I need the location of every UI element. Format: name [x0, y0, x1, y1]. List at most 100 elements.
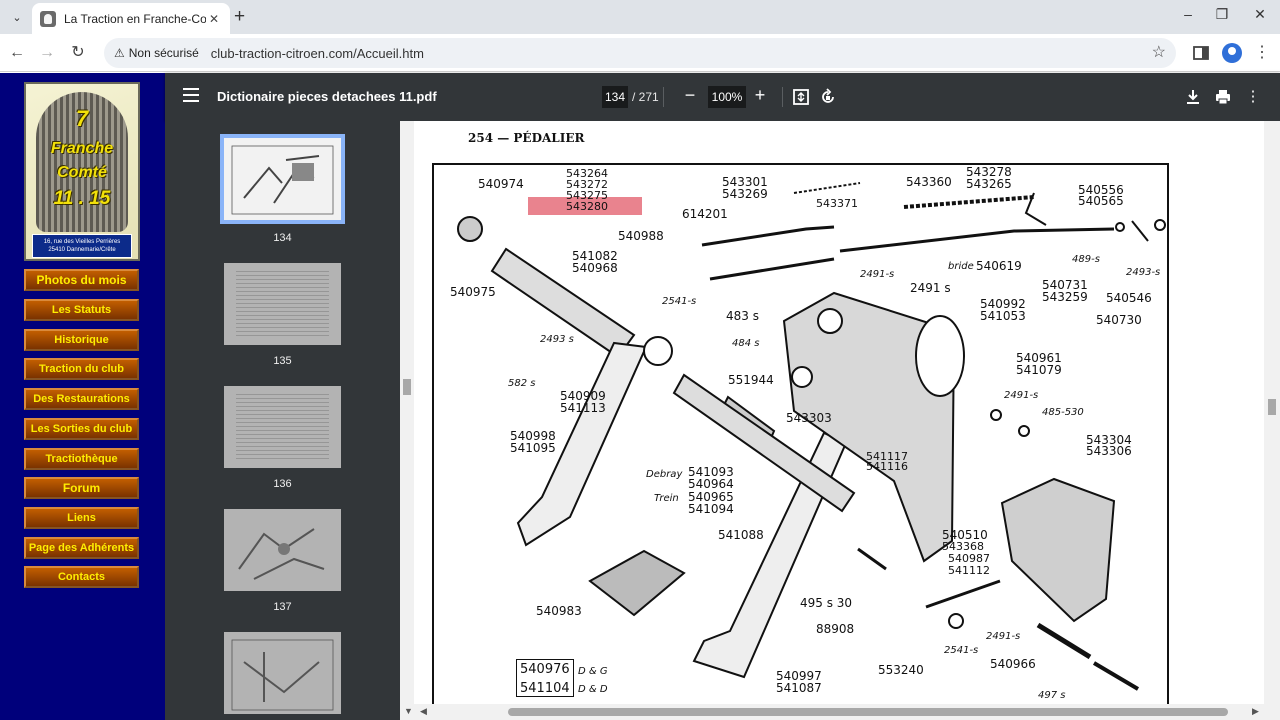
- back-arrow-icon[interactable]: ←: [6, 42, 28, 64]
- security-label[interactable]: Non sécurisé: [129, 46, 199, 60]
- part-label: 483 s: [726, 309, 759, 323]
- menu-contacts[interactable]: Contacts: [24, 566, 139, 588]
- part-label: 541095: [510, 441, 556, 455]
- part-label: 2541-s: [944, 645, 979, 656]
- part-label: 541104: [520, 681, 570, 696]
- logo-line-2: Comté: [57, 164, 107, 181]
- tab-close-icon[interactable]: ✕: [206, 12, 222, 26]
- restore-icon[interactable]: ❐: [1202, 6, 1242, 23]
- part-label: 543303: [786, 411, 832, 425]
- page-number-input[interactable]: 134: [602, 86, 628, 108]
- forward-arrow-icon[interactable]: →: [36, 42, 58, 64]
- thumbnail-page-134[interactable]: [220, 134, 345, 224]
- toolbar-divider: [663, 87, 664, 107]
- part-label: 2493-s: [1126, 267, 1161, 278]
- part-label: 2491-s: [986, 631, 1021, 642]
- bookmark-star-icon[interactable]: ☆: [1152, 42, 1166, 62]
- club-logo[interactable]: 7 Franche Comté 11 . 15 16, rue des Viei…: [24, 82, 140, 261]
- menu-photos-du-mois[interactable]: Photos du mois: [24, 269, 139, 291]
- not-secure-warning-icon[interactable]: ⚠: [114, 46, 125, 60]
- menu-les-statuts[interactable]: Les Statuts: [24, 299, 139, 321]
- menu-liens[interactable]: Liens: [24, 507, 139, 529]
- reload-icon[interactable]: ↻: [67, 42, 89, 64]
- part-label: 540619: [976, 259, 1022, 273]
- thumbnails-menu-icon[interactable]: [183, 88, 199, 102]
- tab-favicon-icon: [40, 10, 56, 27]
- thumbnail-sidebar: 134 135 136 137: [165, 121, 400, 720]
- site-sidebar: 7 Franche Comté 11 . 15 16, rue des Viei…: [0, 73, 165, 720]
- thumbnail-drawing: [231, 639, 334, 711]
- zoom-in-icon[interactable]: +: [750, 85, 770, 106]
- page-horizontal-scrollbar[interactable]: ▼ ◀ ▶: [400, 704, 1280, 720]
- omnibox[interactable]: ⚠ Non sécurisé club-traction-citroen.com…: [104, 38, 1176, 68]
- part-label: 497 s: [1038, 690, 1066, 701]
- profile-avatar-icon[interactable]: [1222, 43, 1242, 63]
- zoom-out-icon[interactable]: −: [680, 85, 700, 106]
- part-label: 2493 s: [540, 334, 574, 345]
- part-label: 540546: [1106, 291, 1152, 305]
- scroll-left-arrow-icon[interactable]: ◀: [420, 706, 427, 717]
- part-label: 540966: [990, 657, 1036, 671]
- part-label: 495 s 30: [800, 596, 853, 610]
- close-window-icon[interactable]: ✕: [1240, 6, 1280, 23]
- part-label: 541116: [866, 460, 908, 473]
- part-label: 2491-s: [860, 269, 895, 280]
- menu-traction-du-club[interactable]: Traction du club: [24, 358, 139, 380]
- part-label: 614201: [682, 207, 728, 221]
- part-label: 88908: [816, 622, 855, 636]
- part-label: 485-530: [1042, 407, 1084, 418]
- part-label: 543259: [1042, 290, 1088, 304]
- part-label: 543306: [1086, 444, 1132, 458]
- thumbnail-page-137[interactable]: [224, 509, 341, 591]
- rotate-icon[interactable]: [818, 87, 838, 107]
- part-label: 541053: [980, 309, 1026, 323]
- part-label: 551944: [728, 373, 774, 387]
- part-label: 2541-s: [662, 296, 697, 307]
- new-tab-plus-icon[interactable]: +: [234, 7, 245, 27]
- part-label: 541094: [688, 502, 734, 516]
- page-vertical-scrollbar[interactable]: [1264, 121, 1280, 710]
- thumbnail-scrollbar[interactable]: [400, 121, 414, 710]
- thumbnail-label: 135: [273, 355, 292, 367]
- tab-search-chevron-icon[interactable]: ⌄: [6, 6, 28, 28]
- download-icon[interactable]: [1183, 87, 1203, 107]
- part-label: 543280: [566, 200, 608, 213]
- pdf-more-menu-icon[interactable]: ⋮: [1243, 87, 1263, 107]
- part-label: 541079: [1016, 363, 1062, 377]
- part-label: 2491-s: [1004, 390, 1039, 401]
- side-panel-icon[interactable]: [1191, 43, 1211, 63]
- menu-des-restaurations[interactable]: Des Restaurations: [24, 388, 139, 410]
- page-total: / 271: [632, 90, 659, 104]
- part-label: 543269: [722, 187, 768, 201]
- part-label: 541113: [560, 401, 606, 415]
- part-label: 553240: [878, 663, 924, 677]
- menu-tractiotheque[interactable]: Tractiothèque: [24, 448, 139, 470]
- part-label: 540730: [1096, 313, 1142, 327]
- browser-menu-icon[interactable]: ⋮: [1254, 42, 1270, 62]
- fit-page-icon[interactable]: [791, 87, 811, 107]
- browser-tab[interactable]: La Traction en Franche-Comté ✕: [32, 3, 230, 34]
- thumbnail-drawing: [238, 528, 325, 580]
- part-label: Trein: [654, 493, 679, 504]
- pdf-title: Dictionaire pieces detachees 11.pdf: [217, 89, 437, 104]
- scroll-down-arrow-icon[interactable]: ▼: [404, 706, 413, 716]
- print-icon[interactable]: [1213, 87, 1233, 107]
- menu-forum[interactable]: Forum: [24, 477, 139, 499]
- part-label: 543360: [906, 175, 952, 189]
- menu-historique[interactable]: Historique: [24, 329, 139, 351]
- url-text[interactable]: club-traction-citroen.com/Accueil.htm: [211, 46, 424, 61]
- scroll-right-arrow-icon[interactable]: ▶: [1252, 706, 1259, 717]
- part-label: D & D: [578, 684, 608, 695]
- zoom-input[interactable]: 100%: [708, 86, 746, 108]
- part-label: 540976: [520, 662, 570, 677]
- menu-page-des-adherents[interactable]: Page des Adhérents: [24, 537, 139, 559]
- part-label: 540974: [478, 177, 524, 191]
- horizontal-scroll-thumb[interactable]: [508, 708, 1228, 716]
- thumbnail-page-138[interactable]: [224, 632, 341, 714]
- browser-tab-strip: ⌄ La Traction en Franche-Comté ✕ + – ❐ ✕: [0, 0, 1280, 34]
- thumbnail-page-135[interactable]: [224, 263, 341, 345]
- part-label: 484 s: [732, 338, 760, 349]
- menu-les-sorties-du-club[interactable]: Les Sorties du club: [24, 418, 139, 440]
- part-label: 541087: [776, 681, 822, 695]
- thumbnail-page-136[interactable]: [224, 386, 341, 468]
